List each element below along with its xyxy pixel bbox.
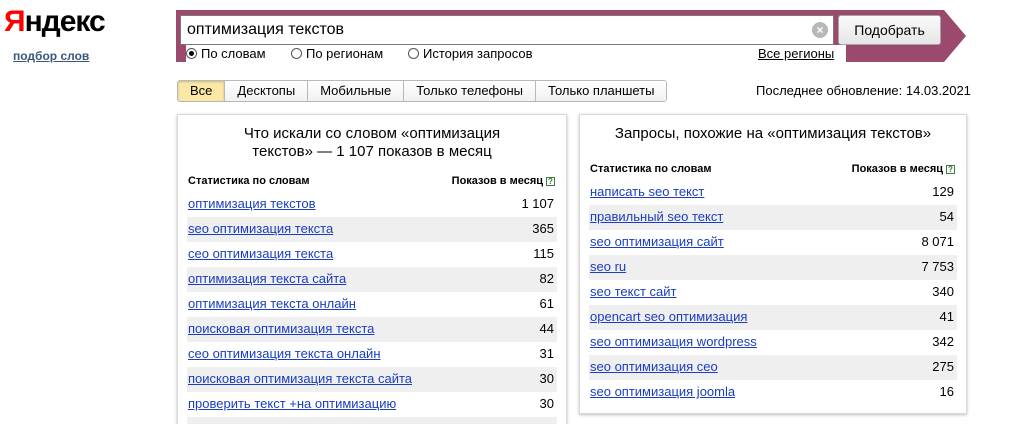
- table-row: поисковая оптимизация текста 44: [187, 317, 557, 342]
- radio-by-regions[interactable]: По регионам: [291, 45, 383, 62]
- impressions-count: 30: [539, 396, 554, 411]
- search-mode-group: По словам По регионам История запросов: [186, 45, 846, 62]
- tab-desktops[interactable]: Десктопы: [225, 81, 309, 101]
- similar-panel: Запросы, похожие на «оптимизация текстов…: [579, 114, 967, 414]
- words-panel: Что искали со словом «оптимизация тексто…: [177, 114, 567, 424]
- keyword-link[interactable]: seo ru: [590, 259, 626, 275]
- keyword-link[interactable]: оптимизация текста сайта: [188, 271, 346, 287]
- impressions-count: 44: [539, 321, 554, 336]
- radio-label: По словам: [201, 46, 266, 61]
- search-band-arrow: [944, 10, 966, 62]
- column-count-label: Показов в месяц: [851, 163, 943, 175]
- table-row: проверить текст +на оптимизацию 30: [187, 392, 557, 417]
- logo-rest: ндекс: [24, 5, 106, 38]
- table-row: сео оптимизация текста 115: [187, 242, 557, 267]
- panel-title: Запросы, похожие на «оптимизация текстов…: [614, 125, 932, 142]
- keyword-link[interactable]: поисковая оптимизация текста: [188, 321, 374, 337]
- keyword-link[interactable]: seo оптимизация wordpress: [590, 334, 757, 350]
- logo-first-letter: Я: [4, 5, 26, 38]
- impressions-count: 275: [932, 359, 954, 374]
- radio-history[interactable]: История запросов: [408, 45, 533, 62]
- keyword-link[interactable]: seo оптимизация сайт: [590, 234, 724, 250]
- yandex-logo[interactable]: Яндекс: [4, 4, 106, 40]
- clear-icon[interactable]: ×: [812, 22, 828, 38]
- column-count: Показов в месяц?: [452, 172, 555, 190]
- keyword-link[interactable]: seo оптимизация сео: [590, 359, 718, 375]
- impressions-count: 342: [932, 334, 954, 349]
- impressions-count: 61: [539, 296, 554, 311]
- keyword-link[interactable]: проверить текст +на оптимизацию: [188, 396, 396, 412]
- tab-tablets[interactable]: Только планшеты: [536, 81, 667, 101]
- table-row: написать seo текст 129: [589, 180, 957, 205]
- radio-label: История запросов: [423, 46, 533, 61]
- impressions-count: 1 107: [521, 196, 554, 211]
- table-row: seo оптимизация joomla 16: [589, 380, 957, 405]
- impressions-count: 129: [932, 184, 954, 199]
- keyword-link[interactable]: seo оптимизация текста: [188, 221, 333, 237]
- similar-table: написать seo текст 129 правильный seo текс…: [580, 180, 966, 405]
- impressions-count: 16: [939, 384, 954, 399]
- impressions-count: 115: [533, 246, 554, 261]
- impressions-count: 7 753: [921, 259, 954, 274]
- impressions-count: 30: [539, 371, 554, 386]
- table-row: оптимизация текста сайта 82: [187, 267, 557, 292]
- device-tabs: Все Десктопы Мобильные Только телефоны Т…: [177, 80, 668, 102]
- search-band: оптимизация текстов × Подобрать По слова…: [176, 10, 966, 62]
- table-row: оптимизация текстов 1 107: [187, 192, 557, 217]
- impressions-count: 41: [939, 309, 954, 324]
- radio-dot-icon: [408, 48, 419, 59]
- radio-by-words[interactable]: По словам: [186, 45, 266, 62]
- keyword-link[interactable]: оптимизация текстов: [188, 196, 316, 212]
- impressions-count: 8 071: [921, 234, 954, 249]
- table-row: seo оптимизация текста 365: [187, 217, 557, 242]
- all-regions-link[interactable]: Все регионы: [758, 45, 842, 62]
- table-row: seo оптимизация сайт 8 071: [589, 230, 957, 255]
- keyword-link[interactable]: правильный seo текст: [590, 209, 723, 225]
- search-input[interactable]: оптимизация текстов: [180, 15, 834, 45]
- table-row: проверить текст +на сео оптимизацию25: [187, 417, 557, 424]
- radio-label: По регионам: [306, 46, 384, 61]
- keyword-link[interactable]: сео оптимизация текста: [188, 246, 333, 262]
- panel-title: Что искали со словом «оптимизация тексто…: [243, 125, 501, 160]
- table-row: seo текст сайт 340: [589, 280, 957, 305]
- column-keyword: Статистика по словам: [188, 175, 310, 187]
- table-row: seo ru 7 753: [589, 255, 957, 280]
- tab-all[interactable]: Все: [178, 81, 226, 101]
- keyword-link[interactable]: seo текст сайт: [590, 284, 676, 300]
- column-count-label: Показов в месяц: [451, 175, 543, 187]
- table-row: seo оптимизация wordpress 342: [589, 330, 957, 355]
- keyword-link[interactable]: написать seo текст: [590, 184, 704, 200]
- keyword-link[interactable]: поисковая оптимизация текста сайта: [188, 371, 412, 387]
- impressions-count: 31: [539, 346, 554, 361]
- column-count: Показов в месяц?: [852, 160, 955, 178]
- impressions-count: 365: [532, 221, 554, 236]
- table-row: поисковая оптимизация текста сайта 30: [187, 367, 557, 392]
- impressions-count: 340: [932, 284, 954, 299]
- words-table: оптимизация текстов 1 107 seo оптимизация …: [178, 192, 566, 424]
- service-link[interactable]: подбор слов: [13, 49, 89, 63]
- radio-dot-icon: [291, 48, 302, 59]
- impressions-count: 54: [939, 209, 954, 224]
- table-header: Статистика по словам Показов в месяц?: [580, 160, 966, 178]
- impressions-count: 82: [539, 271, 554, 286]
- table-row: оптимизация текста онлайн 61: [187, 292, 557, 317]
- radio-dot-icon: [186, 48, 197, 59]
- table-header: Статистика по словам Показов в месяц?: [178, 172, 566, 190]
- help-icon[interactable]: ?: [546, 177, 555, 186]
- keyword-link[interactable]: opencart seo оптимизация: [590, 309, 747, 325]
- keyword-link[interactable]: сео оптимизация текста онлайн: [188, 346, 381, 362]
- last-update-text: Последнее обновление: 14.03.2021: [756, 83, 971, 98]
- column-keyword: Статистика по словам: [590, 163, 712, 175]
- tab-mobile[interactable]: Мобильные: [308, 81, 405, 101]
- table-row: сео оптимизация текста онлайн 31: [187, 342, 557, 367]
- submit-button[interactable]: Подобрать: [838, 15, 941, 45]
- keyword-link[interactable]: оптимизация текста онлайн: [188, 296, 356, 312]
- tab-phones[interactable]: Только телефоны: [404, 81, 537, 101]
- table-row: opencart seo оптимизация 41: [589, 305, 957, 330]
- table-row: seo оптимизация сео 275: [589, 355, 957, 380]
- keyword-link[interactable]: seo оптимизация joomla: [590, 384, 735, 400]
- table-row: правильный seo текст 54: [589, 205, 957, 230]
- help-icon[interactable]: ?: [946, 165, 955, 174]
